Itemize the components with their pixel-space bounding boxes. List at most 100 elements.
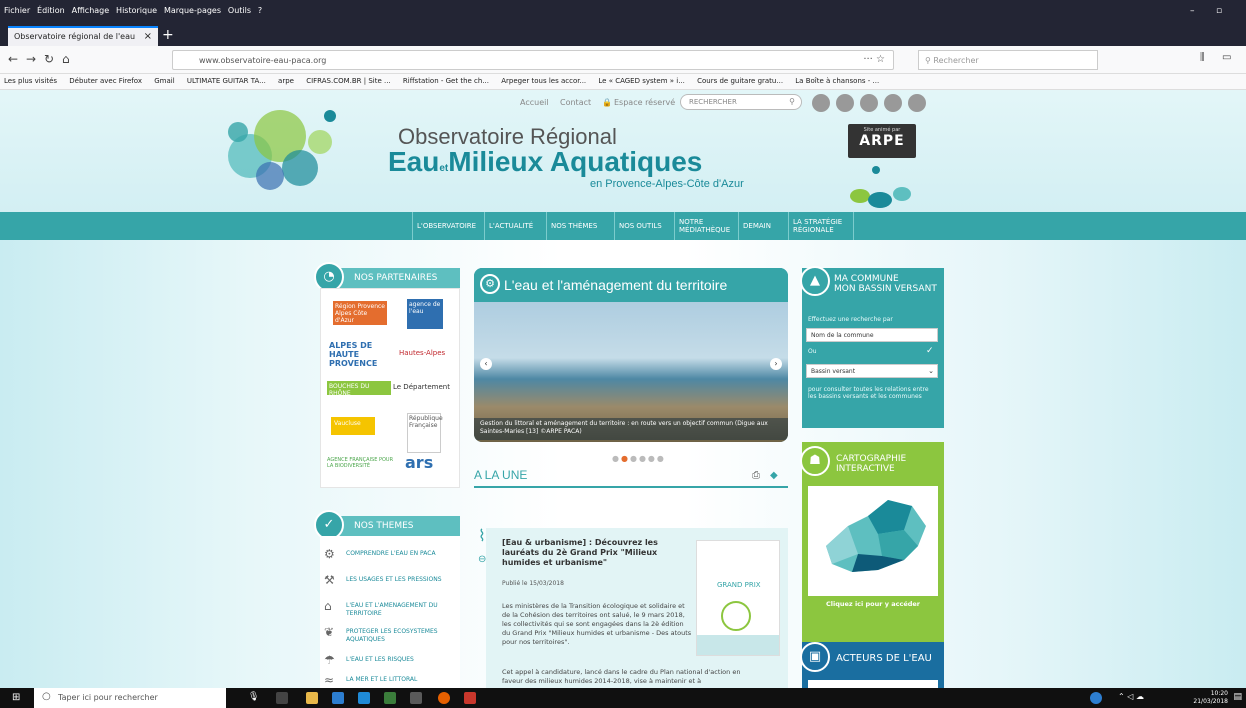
nav-observatoire[interactable]: L'OBSERVATOIRE: [412, 212, 480, 240]
bookmark-item[interactable]: Débuter avec Firefox: [69, 77, 142, 85]
firefox-icon[interactable]: [438, 692, 450, 704]
theme-item[interactable]: ⌂ L'EAU ET L'AMENAGEMENT DU TERRITOIRE: [322, 600, 442, 618]
nav-demain[interactable]: DEMAIN: [738, 212, 775, 240]
theme-item[interactable]: ☂ L'EAU ET LES RISQUES: [322, 654, 442, 666]
url-text: www.observatoire-eau-paca.org: [199, 56, 327, 65]
youtube-icon[interactable]: [836, 94, 854, 112]
theme-item[interactable]: ⚒ LES USAGES ET LES PRESSIONS: [322, 574, 442, 586]
menu-marque-pages[interactable]: Marque-pages: [164, 6, 221, 15]
map-panel[interactable]: [808, 486, 938, 596]
app-icon[interactable]: [384, 692, 396, 704]
dailymotion-icon[interactable]: [860, 94, 878, 112]
bookmark-item[interactable]: Le « CAGED system » i...: [598, 77, 685, 85]
linkedin-icon[interactable]: [908, 94, 926, 112]
theme-item[interactable]: ❦ PROTEGER LES ECOSYSTEMES AQUATIQUES: [322, 626, 442, 644]
article-image[interactable]: GRAND PRIX: [696, 540, 780, 656]
bookmark-item[interactable]: Les plus visités: [4, 77, 57, 85]
store-icon[interactable]: [332, 692, 344, 704]
submit-check-icon[interactable]: ✓: [926, 346, 934, 356]
task-view-icon[interactable]: [276, 692, 288, 704]
library-icon[interactable]: ⫼: [1200, 52, 1205, 63]
camera-icon[interactable]: [410, 692, 422, 704]
nav-actualite[interactable]: L'ACTUALITÉ: [484, 212, 537, 240]
file-explorer-icon[interactable]: [306, 692, 318, 704]
slider-next-icon[interactable]: ›: [770, 358, 782, 370]
bookmark-item[interactable]: Cours de guitare gratu...: [697, 77, 783, 85]
partner-logo[interactable]: Le Département: [393, 383, 457, 391]
nav-mediatheque[interactable]: NOTRE MÉDIATHÈQUE: [674, 212, 736, 240]
new-tab-icon[interactable]: +: [162, 27, 174, 43]
windows-start-icon[interactable]: ⊞: [12, 692, 20, 703]
bookmark-star-icon[interactable]: ··· ☆: [863, 54, 885, 65]
system-tray-icon[interactable]: ⌃ ◁ ☁: [1118, 692, 1144, 701]
search-icon[interactable]: ⚲: [789, 97, 795, 106]
partner-logo[interactable]: ars: [405, 453, 445, 472]
partner-logo[interactable]: agence de l'eau: [407, 299, 443, 329]
arpe-logo[interactable]: Site animé par ARPE: [848, 124, 916, 158]
article-text-continued: Cet appel à candidature, lancé dans le c…: [502, 668, 741, 685]
rss-icon[interactable]: ◆: [770, 470, 778, 481]
logo-title-line2: EauetMilieux Aquatiques: [388, 146, 703, 177]
acteurs-field[interactable]: [808, 680, 938, 688]
logo-title-line3: en Provence-Alpes-Côte d'Azur: [590, 178, 744, 190]
private-space-link[interactable]: Espace réservé: [614, 98, 675, 107]
bookmark-item[interactable]: Gmail: [154, 77, 174, 85]
restore-icon[interactable]: ▫: [1216, 6, 1222, 16]
partner-logo[interactable]: Région Provence Alpes Côte d'Azur: [333, 301, 387, 325]
partner-logo[interactable]: AGENCE FRANÇAISE POUR LA BIODIVERSITÉ: [327, 457, 397, 469]
theme-item[interactable]: ⚙ COMPRENDRE L'EAU EN PACA: [322, 548, 442, 560]
print-icon[interactable]: ⎙: [752, 470, 760, 481]
carto-link[interactable]: Cliquez ici pour y accéder: [808, 600, 938, 608]
notifications-icon[interactable]: ▤: [1233, 692, 1242, 702]
close-tab-icon[interactable]: ×: [144, 31, 152, 42]
facebook-icon[interactable]: [812, 94, 830, 112]
sidebar-icon[interactable]: ▭: [1222, 52, 1231, 63]
home-link[interactable]: Accueil: [520, 98, 549, 107]
nav-strategie-regionale[interactable]: LA STRATÉGIE RÉGIONALE: [788, 212, 854, 240]
reload-icon[interactable]: ↻: [44, 52, 54, 66]
menu-historique[interactable]: Historique: [116, 6, 157, 15]
back-icon[interactable]: ←: [8, 52, 18, 66]
bookmark-item[interactable]: CIFRAS.COM.BR | Site ...: [306, 77, 391, 85]
taskbar-search-input[interactable]: ○ Taper ici pour rechercher: [34, 688, 226, 708]
bookmark-item[interactable]: arpe: [278, 77, 294, 85]
bookmark-item[interactable]: La Boîte à chansons - ...: [795, 77, 879, 85]
twitter-icon[interactable]: [884, 94, 902, 112]
acrobat-icon[interactable]: [464, 692, 476, 704]
menu-affichage[interactable]: Affichage: [72, 6, 110, 15]
edge-icon[interactable]: [358, 692, 370, 704]
partner-logo[interactable]: BOUCHES DU RHÔNE: [327, 381, 391, 397]
clock[interactable]: 10:20 21/03/2018: [1193, 690, 1228, 706]
slider-pagination[interactable]: ●●●●●●: [612, 454, 666, 463]
menu-aide[interactable]: ?: [258, 6, 262, 15]
network-icon[interactable]: [1090, 692, 1102, 704]
slider-prev-icon[interactable]: ‹: [480, 358, 492, 370]
bookmark-item[interactable]: ULTIMATE GUITAR TA...: [187, 77, 266, 85]
home-icon[interactable]: ⌂: [62, 52, 70, 66]
forward-icon[interactable]: →: [26, 52, 36, 66]
microphone-icon[interactable]: 🎙: [248, 692, 259, 702]
browser-search-input[interactable]: ⚲ Rechercher: [918, 50, 1098, 70]
article-title[interactable]: [Eau & urbanisme] : Découvrez les lauréa…: [502, 538, 672, 568]
minimize-icon[interactable]: –: [1190, 6, 1195, 16]
slider-image[interactable]: Gestion du littoral et aménagement du te…: [474, 302, 788, 442]
theme-item[interactable]: ≈ LA MER ET LE LITTORAL: [322, 674, 442, 686]
partner-logo[interactable]: Vaucluse: [331, 417, 375, 435]
site-search-input[interactable]: RECHERCHER ⚲: [680, 94, 802, 110]
bookmark-item[interactable]: Riffstation - Get the ch...: [403, 77, 489, 85]
paca-map-icon: [826, 500, 926, 572]
bookmark-item[interactable]: Arpeger tous les accor...: [501, 77, 586, 85]
browser-tab[interactable]: Observatoire régional de l'eau ×: [8, 26, 158, 46]
partner-logo[interactable]: République Française: [407, 413, 443, 453]
url-bar[interactable]: www.observatoire-eau-paca.org ··· ☆: [172, 50, 894, 70]
commune-name-input[interactable]: Nom de la commune: [806, 328, 938, 342]
partner-logo[interactable]: ALPES DE HAUTE PROVENCE: [329, 341, 393, 368]
contact-link[interactable]: Contact: [560, 98, 591, 107]
partner-logo[interactable]: Hautes-Alpes: [399, 349, 459, 357]
menu-edition[interactable]: Édition: [37, 6, 65, 15]
nav-nos-themes[interactable]: NOS THÈMES: [546, 212, 601, 240]
menu-fichier[interactable]: Fichier: [4, 6, 30, 15]
menu-outils[interactable]: Outils: [228, 6, 251, 15]
nav-nos-outils[interactable]: NOS OUTILS: [614, 212, 666, 240]
bassin-versant-select[interactable]: Bassin versant ⌄: [806, 364, 938, 378]
